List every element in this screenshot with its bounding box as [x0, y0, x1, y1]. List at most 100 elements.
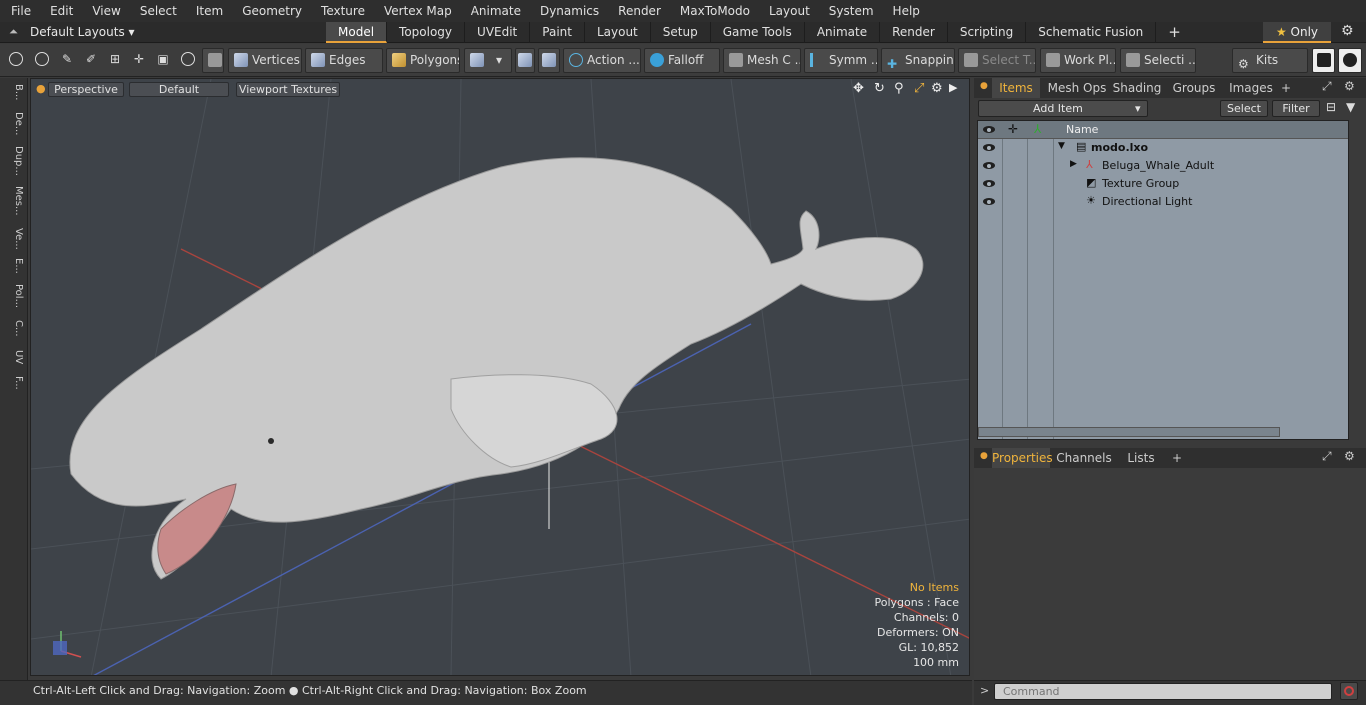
menu-animate[interactable]: Animate [460, 0, 529, 22]
symmetry-button[interactable]: Symm ... [804, 48, 878, 73]
pen-button[interactable]: ✎ [56, 48, 78, 73]
menu-texture[interactable]: Texture [310, 0, 373, 22]
globe-button[interactable] [30, 48, 52, 73]
left-tab-duplicate[interactable]: Dup... [4, 146, 24, 176]
left-tab-basic[interactable]: B... [4, 84, 24, 100]
selection-sets-button[interactable]: Selecti ... [1120, 48, 1196, 73]
record-button[interactable] [1340, 682, 1358, 700]
tab-scripting[interactable]: Scripting [948, 22, 1027, 43]
rotate-button[interactable]: ✛ [128, 48, 150, 73]
polygons-button[interactable]: Polygons [386, 48, 460, 73]
transform-button[interactable] [176, 48, 198, 73]
tab-lists[interactable]: Lists [1120, 448, 1162, 468]
add-item-button[interactable]: Add Item ▾ [978, 100, 1148, 117]
only-button[interactable]: ★ Only [1263, 22, 1331, 43]
mesh-constraints-button[interactable]: Mesh C ... [723, 48, 801, 73]
list-item-texture-group[interactable]: ◩ Texture Group [978, 175, 1348, 193]
visibility-eye-icon[interactable] [983, 179, 995, 188]
menu-file[interactable]: File [0, 0, 39, 22]
select-circle-button[interactable] [4, 48, 26, 73]
collapse-icon[interactable]: ⊟ [1326, 100, 1336, 114]
expand-icon[interactable]: ⤢ [1322, 79, 1332, 94]
symmetry-toggle-b[interactable] [538, 48, 560, 73]
tab-properties[interactable]: Properties [992, 448, 1053, 468]
tab-uvedit[interactable]: UVEdit [465, 22, 531, 43]
tab-render[interactable]: Render [880, 22, 948, 43]
left-tab-edge[interactable]: E... [4, 258, 24, 274]
brush-button[interactable]: ✐ [80, 48, 102, 73]
tab-images[interactable]: Images [1224, 78, 1278, 98]
tab-mesh-ops[interactable]: Mesh Ops [1046, 78, 1108, 98]
left-tab-vertex[interactable]: Ve... [4, 228, 24, 250]
funnel-icon[interactable]: ▼ [1346, 100, 1355, 114]
gear-icon[interactable]: ⚙ [1341, 23, 1354, 39]
unity-button[interactable] [1312, 48, 1335, 73]
panel-gear-icon[interactable]: ⚙ [1344, 79, 1355, 93]
orbit-icon[interactable]: ↻ [874, 81, 885, 96]
move-button[interactable]: ⊞ [104, 48, 126, 73]
unreal-button[interactable] [1338, 48, 1362, 73]
tab-paint[interactable]: Paint [530, 22, 585, 43]
layout-select[interactable]: Default Layouts ▾ [30, 22, 135, 43]
fit-icon[interactable]: ⤢ [914, 81, 924, 96]
viewport-play-icon[interactable]: ▶ [949, 81, 957, 94]
list-item-scene[interactable]: ▼ ▤ modo.lxo [978, 139, 1348, 157]
vertices-button[interactable]: Vertices [228, 48, 302, 73]
visibility-eye-icon[interactable] [983, 143, 995, 152]
menu-maxtomodo[interactable]: MaxToModo [669, 0, 758, 22]
menu-help[interactable]: Help [882, 0, 928, 22]
select-through-button[interactable]: Select T... [958, 48, 1036, 73]
tab-groups[interactable]: Groups [1166, 78, 1222, 98]
material-mode-button[interactable]: ▾ [464, 48, 512, 73]
left-tab-deform[interactable]: De... [4, 112, 24, 135]
menu-layout[interactable]: Layout [758, 0, 818, 22]
menu-view[interactable]: View [81, 0, 128, 22]
add-panel-tab-button[interactable]: + [1170, 448, 1184, 468]
name-column-header[interactable]: Name [1066, 123, 1098, 136]
viewport-textures-button[interactable]: Viewport Textures [236, 82, 340, 97]
menu-geometry[interactable]: Geometry [231, 0, 310, 22]
snapping-button[interactable]: ✚ Snapping [881, 48, 955, 73]
left-tab-curve[interactable]: C... [4, 320, 24, 337]
left-tab-polygon[interactable]: Pol... [4, 284, 24, 308]
collapse-arrow-icon[interactable]: ▼ [1058, 141, 1065, 151]
menu-item[interactable]: Item [185, 0, 231, 22]
menu-select[interactable]: Select [129, 0, 185, 22]
tab-animate[interactable]: Animate [805, 22, 881, 43]
pan-icon[interactable]: ✥ [853, 81, 864, 96]
list-item-mesh[interactable]: ▶ ⅄ Beluga_Whale_Adult [978, 157, 1348, 175]
list-item-light[interactable]: ☀ Directional Light [978, 193, 1348, 211]
left-tab-fusion[interactable]: F... [4, 376, 24, 390]
falloff-button[interactable]: Falloff [644, 48, 720, 73]
tab-topology[interactable]: Topology [387, 22, 466, 43]
menu-dynamics[interactable]: Dynamics [529, 0, 607, 22]
left-tab-uv[interactable]: UV [4, 350, 24, 364]
shading-button[interactable]: Default [129, 82, 229, 97]
add-panel-tab-button[interactable]: + [1279, 78, 1293, 98]
add-tab-button[interactable]: + [1156, 22, 1193, 43]
left-tab-mesh-edit[interactable]: Mes... [4, 186, 24, 216]
menu-system[interactable]: System [818, 0, 882, 22]
menu-vertex-map[interactable]: Vertex Map [373, 0, 460, 22]
kits-button[interactable]: ⚙ Kits [1232, 48, 1308, 73]
tab-setup[interactable]: Setup [651, 22, 711, 43]
tab-schematic-fusion[interactable]: Schematic Fusion [1026, 22, 1157, 43]
visibility-eye-icon[interactable] [983, 197, 995, 206]
symmetry-toggle-a[interactable] [515, 48, 535, 73]
tab-channels[interactable]: Channels [1056, 448, 1112, 468]
visibility-eye-icon[interactable] [983, 161, 995, 170]
command-input[interactable] [994, 683, 1332, 700]
view-type-button[interactable]: Perspective [48, 82, 124, 97]
expand-icon[interactable]: ⤢ [1322, 449, 1332, 464]
filter-button[interactable]: Filter [1272, 100, 1320, 117]
scale-button[interactable]: ▣ [152, 48, 174, 73]
layout-expand-icon[interactable]: ⏶ [9, 25, 18, 39]
3d-viewport[interactable]: ● Perspective Default Viewport Textures … [30, 78, 970, 676]
panel-gear-icon[interactable]: ⚙ [1344, 449, 1355, 463]
edges-button[interactable]: Edges [305, 48, 383, 73]
menu-render[interactable]: Render [607, 0, 669, 22]
tab-items[interactable]: Items [992, 78, 1040, 98]
expand-arrow-icon[interactable]: ▶ [1070, 159, 1077, 169]
tab-game-tools[interactable]: Game Tools [711, 22, 805, 43]
work-plane-button[interactable]: Work Pl... [1040, 48, 1116, 73]
